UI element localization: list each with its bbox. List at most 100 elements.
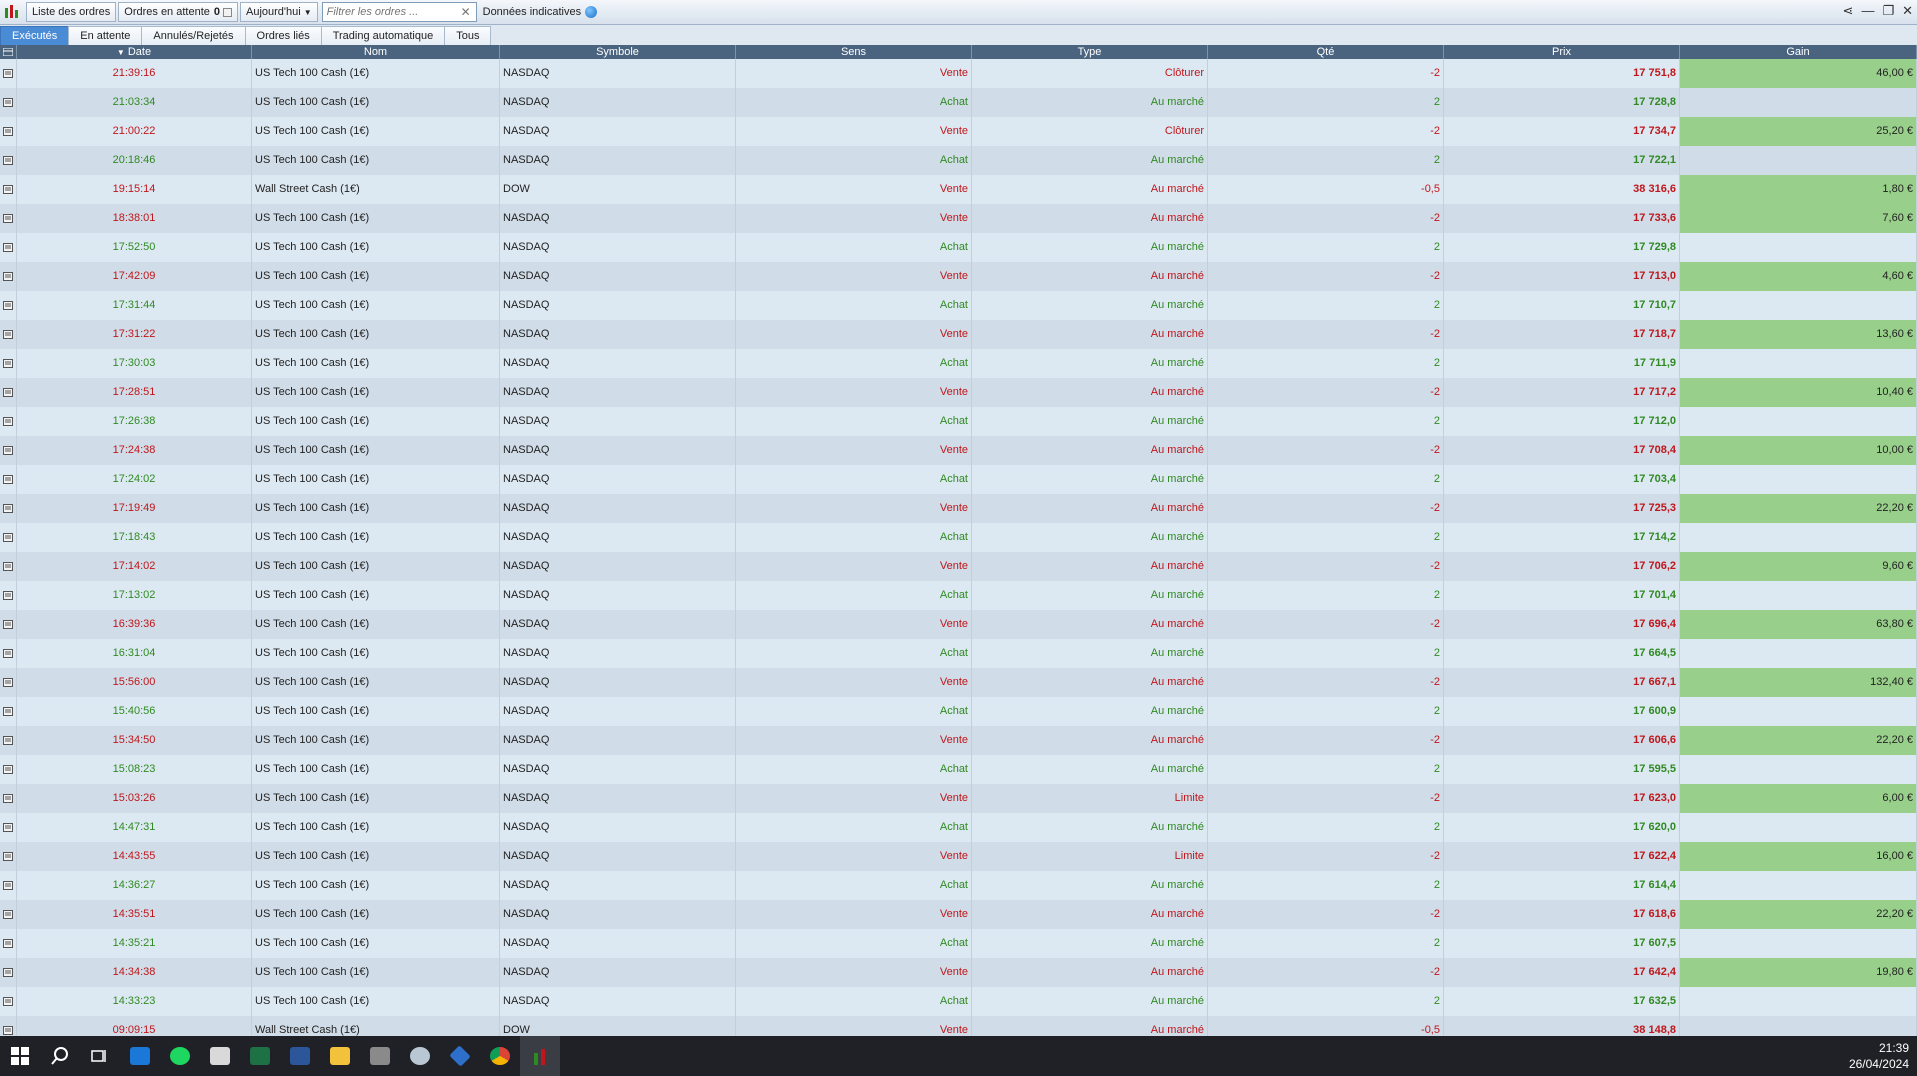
column-settings-icon[interactable] xyxy=(0,45,17,59)
order-detail-icon[interactable] xyxy=(0,88,17,117)
column-header-qte[interactable]: Qté xyxy=(1208,45,1444,59)
restore-icon[interactable]: ❐ xyxy=(1882,3,1894,19)
settings-app-icon[interactable] xyxy=(400,1036,440,1076)
filter-orders-box[interactable]: ✕ xyxy=(321,2,477,22)
order-detail-icon[interactable] xyxy=(0,581,17,610)
order-detail-icon[interactable] xyxy=(0,320,17,349)
order-detail-icon[interactable] xyxy=(0,871,17,900)
column-header-gain[interactable]: Gain xyxy=(1680,45,1917,59)
table-row[interactable]: 17:14:02 US Tech 100 Cash (1€) NASDAQ Vente… xyxy=(0,552,1917,581)
table-row[interactable]: 17:26:38 US Tech 100 Cash (1€) NASDAQ Achat… xyxy=(0,407,1917,436)
excel-icon[interactable] xyxy=(240,1036,280,1076)
order-detail-icon[interactable] xyxy=(0,958,17,987)
table-row[interactable]: 14:36:27 US Tech 100 Cash (1€) NASDAQ Achat… xyxy=(0,871,1917,900)
close-icon[interactable]: ✕ xyxy=(1902,3,1913,19)
table-row[interactable]: 15:34:50 US Tech 100 Cash (1€) NASDAQ Vente… xyxy=(0,726,1917,755)
table-row[interactable]: 17:18:43 US Tech 100 Cash (1€) NASDAQ Achat… xyxy=(0,523,1917,552)
tab-en-attente[interactable]: En attente xyxy=(68,26,143,45)
table-row[interactable]: 19:15:14 Wall Street Cash (1€) DOW Vente Au … xyxy=(0,175,1917,204)
order-detail-icon[interactable] xyxy=(0,117,17,146)
clear-filter-icon[interactable]: ✕ xyxy=(461,5,471,19)
order-detail-icon[interactable] xyxy=(0,726,17,755)
order-detail-icon[interactable] xyxy=(0,465,17,494)
column-header-prix[interactable]: Prix xyxy=(1444,45,1680,59)
table-row[interactable]: 16:31:04 US Tech 100 Cash (1€) NASDAQ Achat… xyxy=(0,639,1917,668)
order-detail-icon[interactable] xyxy=(0,291,17,320)
order-detail-icon[interactable] xyxy=(0,813,17,842)
order-detail-icon[interactable] xyxy=(0,987,17,1016)
table-row[interactable]: 14:34:38 US Tech 100 Cash (1€) NASDAQ Vente… xyxy=(0,958,1917,987)
file-explorer-icon[interactable] xyxy=(320,1036,360,1076)
table-row[interactable]: 09:09:15 Wall Street Cash (1€) DOW Vente Au … xyxy=(0,1016,1917,1036)
order-detail-icon[interactable] xyxy=(0,262,17,291)
windows-start-icon[interactable] xyxy=(0,1036,40,1076)
table-row[interactable]: 15:40:56 US Tech 100 Cash (1€) NASDAQ Achat… xyxy=(0,697,1917,726)
tab-executes[interactable]: Exécutés xyxy=(0,26,70,45)
period-dropdown[interactable]: Aujourd'hui ▼ xyxy=(240,2,318,22)
pending-options-icon[interactable] xyxy=(223,7,232,17)
share-icon[interactable]: ⋖ xyxy=(1843,3,1854,19)
order-detail-icon[interactable] xyxy=(0,639,17,668)
table-row[interactable]: 21:00:22 US Tech 100 Cash (1€) NASDAQ Vente… xyxy=(0,117,1917,146)
table-row[interactable]: 18:38:01 US Tech 100 Cash (1€) NASDAQ Vente… xyxy=(0,204,1917,233)
chrome-icon[interactable] xyxy=(480,1036,520,1076)
order-detail-icon[interactable] xyxy=(0,233,17,262)
word-icon[interactable] xyxy=(280,1036,320,1076)
task-view-icon[interactable] xyxy=(80,1036,120,1076)
orders-list-button[interactable]: Liste des ordres xyxy=(26,2,117,22)
table-row[interactable]: 21:03:34 US Tech 100 Cash (1€) NASDAQ Achat… xyxy=(0,88,1917,117)
files-icon[interactable] xyxy=(200,1036,240,1076)
column-header-type[interactable]: Type xyxy=(972,45,1208,59)
tab-tous[interactable]: Tous xyxy=(444,26,492,45)
order-detail-icon[interactable] xyxy=(0,349,17,378)
search-icon[interactable] xyxy=(40,1036,80,1076)
order-detail-icon[interactable] xyxy=(0,494,17,523)
table-row[interactable]: 15:56:00 US Tech 100 Cash (1€) NASDAQ Vente… xyxy=(0,668,1917,697)
spotify-icon[interactable] xyxy=(160,1036,200,1076)
table-row[interactable]: 17:24:38 US Tech 100 Cash (1€) NASDAQ Vente… xyxy=(0,436,1917,465)
column-header-sens[interactable]: Sens xyxy=(736,45,972,59)
order-detail-icon[interactable] xyxy=(0,784,17,813)
order-detail-icon[interactable] xyxy=(0,436,17,465)
order-detail-icon[interactable] xyxy=(0,697,17,726)
order-detail-icon[interactable] xyxy=(0,59,17,88)
order-detail-icon[interactable] xyxy=(0,929,17,958)
table-row[interactable]: 15:03:26 US Tech 100 Cash (1€) NASDAQ Vente… xyxy=(0,784,1917,813)
table-row[interactable]: 14:33:23 US Tech 100 Cash (1€) NASDAQ Achat… xyxy=(0,987,1917,1016)
table-row[interactable]: 17:19:49 US Tech 100 Cash (1€) NASDAQ Vente… xyxy=(0,494,1917,523)
column-header-symbole[interactable]: Symbole xyxy=(500,45,736,59)
table-row[interactable]: 17:28:51 US Tech 100 Cash (1€) NASDAQ Vente… xyxy=(0,378,1917,407)
order-detail-icon[interactable] xyxy=(0,407,17,436)
table-row[interactable]: 17:30:03 US Tech 100 Cash (1€) NASDAQ Achat… xyxy=(0,349,1917,378)
table-row[interactable]: 14:43:55 US Tech 100 Cash (1€) NASDAQ Vente… xyxy=(0,842,1917,871)
app-diamond-icon[interactable] xyxy=(440,1036,480,1076)
order-detail-icon[interactable] xyxy=(0,175,17,204)
table-row[interactable]: 21:39:16 US Tech 100 Cash (1€) NASDAQ Vente… xyxy=(0,59,1917,88)
order-detail-icon[interactable] xyxy=(0,378,17,407)
table-row[interactable]: 17:31:44 US Tech 100 Cash (1€) NASDAQ Achat… xyxy=(0,291,1917,320)
table-row[interactable]: 14:35:51 US Tech 100 Cash (1€) NASDAQ Vente… xyxy=(0,900,1917,929)
system-clock[interactable]: 21:39 26/04/2024 xyxy=(1849,1040,1909,1072)
minimize-icon[interactable]: — xyxy=(1861,3,1874,19)
table-row[interactable]: 17:52:50 US Tech 100 Cash (1€) NASDAQ Achat… xyxy=(0,233,1917,262)
column-header-nom[interactable]: Nom xyxy=(252,45,500,59)
table-row[interactable]: 16:39:36 US Tech 100 Cash (1€) NASDAQ Vente… xyxy=(0,610,1917,639)
filter-orders-input[interactable] xyxy=(326,6,457,18)
tab-ordres-lies[interactable]: Ordres liés xyxy=(244,26,322,45)
order-detail-icon[interactable] xyxy=(0,668,17,697)
order-detail-icon[interactable] xyxy=(0,610,17,639)
tab-trading-automatique[interactable]: Trading automatique xyxy=(320,26,446,45)
tab-annules-rejetes[interactable]: Annulés/Rejetés xyxy=(141,26,246,45)
trading-app-icon[interactable] xyxy=(520,1036,560,1076)
app-blue-icon[interactable] xyxy=(120,1036,160,1076)
order-detail-icon[interactable] xyxy=(0,1016,17,1036)
column-header-date[interactable]: ▼ Date xyxy=(17,45,252,59)
order-detail-icon[interactable] xyxy=(0,900,17,929)
order-detail-icon[interactable] xyxy=(0,146,17,175)
pending-orders-button[interactable]: Ordres en attente 0 xyxy=(118,2,238,22)
table-row[interactable]: 20:18:46 US Tech 100 Cash (1€) NASDAQ Achat… xyxy=(0,146,1917,175)
table-row[interactable]: 17:42:09 US Tech 100 Cash (1€) NASDAQ Vente… xyxy=(0,262,1917,291)
order-detail-icon[interactable] xyxy=(0,204,17,233)
table-row[interactable]: 14:47:31 US Tech 100 Cash (1€) NASDAQ Achat… xyxy=(0,813,1917,842)
table-row[interactable]: 17:24:02 US Tech 100 Cash (1€) NASDAQ Achat… xyxy=(0,465,1917,494)
